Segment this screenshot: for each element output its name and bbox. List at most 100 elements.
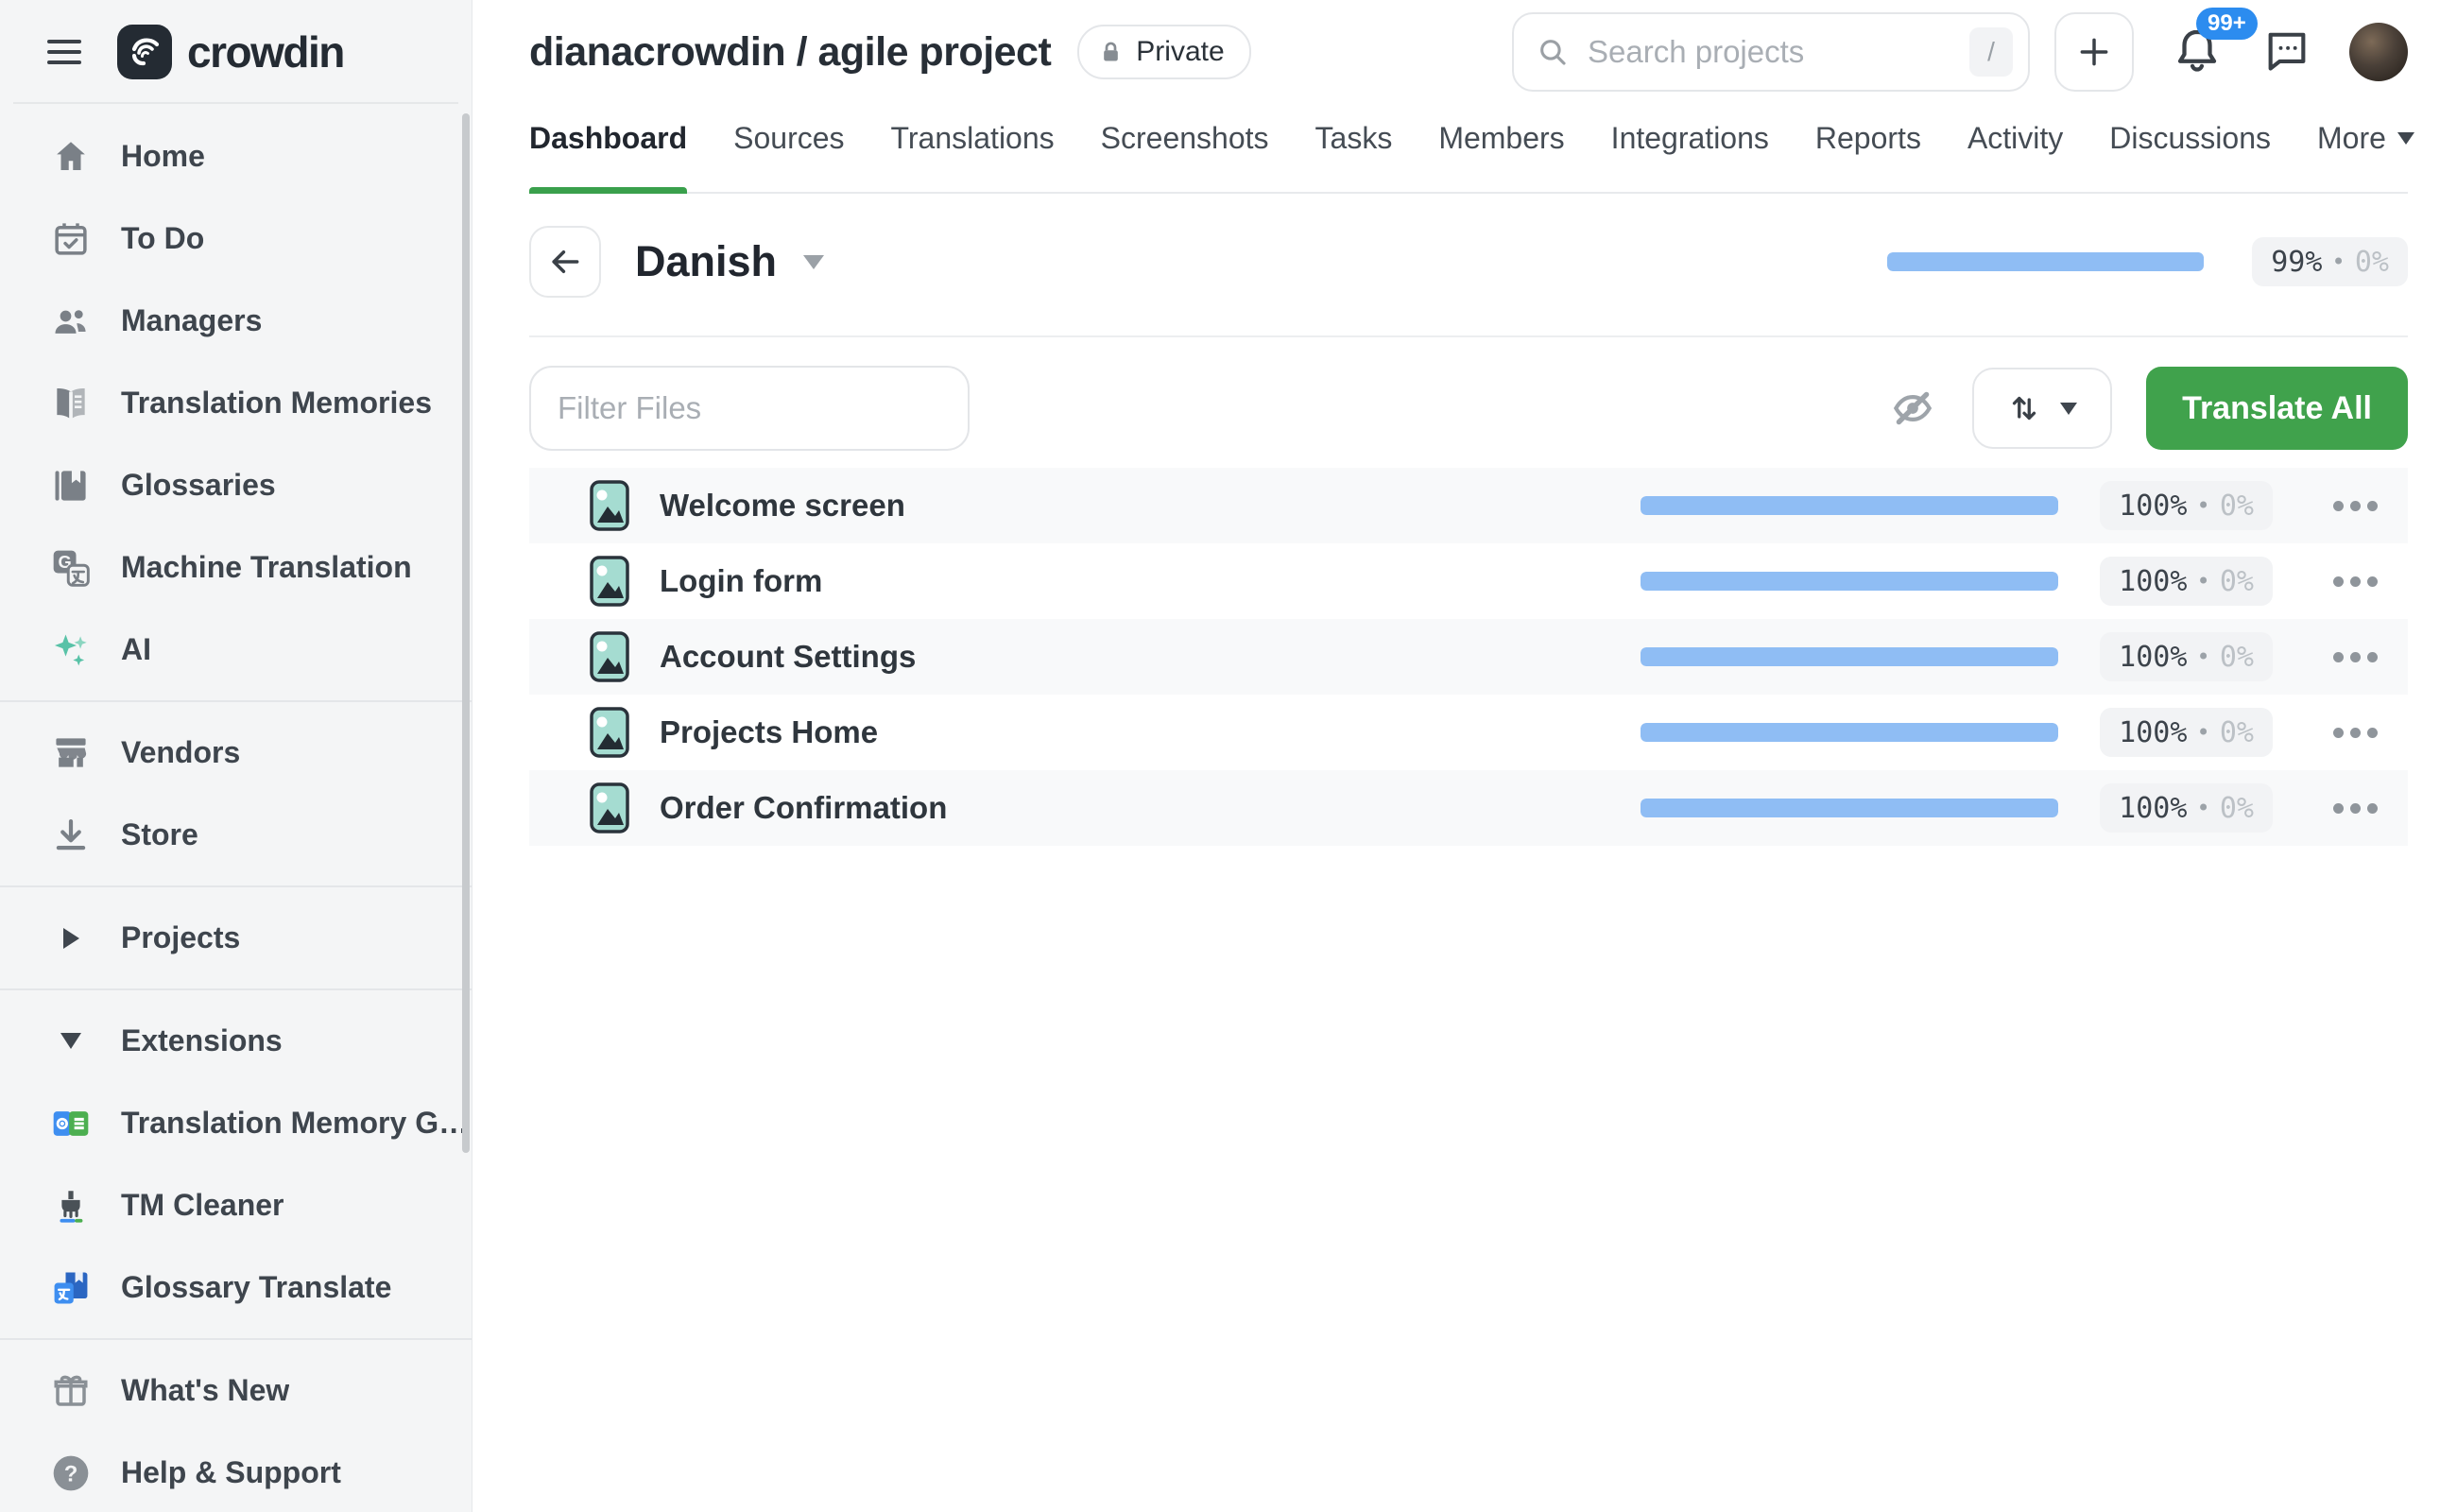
sidebar-item-projects[interactable]: Projects xyxy=(0,897,472,979)
filter-files-input[interactable] xyxy=(529,366,970,451)
file-row[interactable]: Welcome screen 100% • 0% xyxy=(529,468,2408,543)
files-toolbar: Translate All xyxy=(529,366,2408,451)
approved-percent: 0% xyxy=(2355,246,2389,279)
sidebar-item-translation-memories[interactable]: Translation Memories xyxy=(0,362,472,444)
file-progress-badge: 100% • 0% xyxy=(2100,632,2273,681)
chevron-down-icon xyxy=(2060,403,2077,415)
sidebar-item-vendors[interactable]: Vendors xyxy=(0,712,472,794)
sidebar-item-tm-cleaner[interactable]: TM Cleaner xyxy=(0,1164,472,1246)
sidebar-item-managers[interactable]: Managers xyxy=(0,280,472,362)
back-button[interactable] xyxy=(529,226,601,298)
managers-people-icon xyxy=(47,301,94,342)
sidebar-item-tm-generator[interactable]: Translation Memory Gene... xyxy=(0,1082,472,1164)
file-progress-bar xyxy=(1641,572,2058,591)
plus-icon xyxy=(2076,34,2112,70)
sidebar-nav: Home To Do Managers xyxy=(0,104,472,1512)
sidebar-scrollbar-thumb[interactable] xyxy=(462,113,470,1153)
ai-sparkles-icon xyxy=(47,629,94,671)
tab-activity[interactable]: Activity xyxy=(1967,121,2063,192)
file-name[interactable]: Account Settings xyxy=(660,639,916,675)
sidebar-item-machine-translation[interactable]: G Machine Translation xyxy=(0,526,472,609)
image-file-icon xyxy=(590,782,629,833)
tab-screenshots[interactable]: Screenshots xyxy=(1101,121,1269,192)
hide-completed-button[interactable] xyxy=(1889,385,1936,432)
top-bar: dianacrowdin / agile project Private / xyxy=(529,0,2408,104)
crowdin-app: crowdin Home To Do xyxy=(0,0,2457,1512)
file-context-menu-button[interactable] xyxy=(2328,718,2383,747)
file-progress-bar xyxy=(1641,496,2058,515)
image-file-icon xyxy=(590,480,629,531)
storefront-icon xyxy=(47,732,94,774)
sidebar-item-extensions[interactable]: Extensions xyxy=(0,1000,472,1082)
gift-icon xyxy=(47,1371,94,1411)
sidebar-header: crowdin xyxy=(0,0,472,104)
language-name: Danish xyxy=(635,237,777,286)
tm-generator-icon xyxy=(47,1103,94,1144)
search-input[interactable] xyxy=(1586,33,1952,71)
hamburger-menu-icon[interactable] xyxy=(47,40,81,64)
tab-reports[interactable]: Reports xyxy=(1815,121,1921,192)
language-progress-group: 99% • 0% xyxy=(1887,237,2408,286)
tab-dashboard[interactable]: Dashboard xyxy=(529,121,687,192)
file-list: Welcome screen 100% • 0% Login form xyxy=(529,468,2408,846)
sidebar-item-whats-new[interactable]: What's New xyxy=(0,1349,472,1432)
search-icon xyxy=(1537,36,1569,68)
arrow-left-icon xyxy=(547,244,583,280)
chat-bubble-icon xyxy=(2262,26,2311,75)
sidebar-divider xyxy=(0,988,472,990)
calendar-check-icon xyxy=(47,219,94,259)
main-area: dianacrowdin / agile project Private / xyxy=(472,0,2457,1512)
tab-sources[interactable]: Sources xyxy=(733,121,844,192)
user-avatar[interactable] xyxy=(2349,23,2408,81)
sidebar-item-help-support[interactable]: ? Help & Support xyxy=(0,1432,472,1512)
open-book-icon xyxy=(47,383,94,424)
language-dropdown-caret-icon[interactable] xyxy=(803,255,824,269)
sort-button[interactable] xyxy=(1972,368,2112,449)
file-row[interactable]: Login form 100% • 0% xyxy=(529,543,2408,619)
tab-discussions[interactable]: Discussions xyxy=(2109,121,2271,192)
chevron-down-icon xyxy=(2397,132,2414,145)
crowdin-logo[interactable]: crowdin xyxy=(117,25,344,79)
file-name[interactable]: Order Confirmation xyxy=(660,790,947,826)
tab-members[interactable]: Members xyxy=(1438,121,1564,192)
sidebar-item-store[interactable]: Store xyxy=(0,794,472,876)
sidebar-item-ai[interactable]: AI xyxy=(0,609,472,691)
notifications-button[interactable]: 99+ xyxy=(2172,25,2223,80)
machine-translation-icon: G xyxy=(47,547,94,589)
translate-all-button[interactable]: Translate All xyxy=(2146,367,2408,450)
tab-tasks[interactable]: Tasks xyxy=(1315,121,1393,192)
sidebar-item-home[interactable]: Home xyxy=(0,115,472,198)
tab-translations[interactable]: Translations xyxy=(891,121,1055,192)
file-row[interactable]: Order Confirmation 100% • 0% xyxy=(529,770,2408,846)
create-project-button[interactable] xyxy=(2054,12,2134,92)
file-name[interactable]: Projects Home xyxy=(660,714,878,750)
tab-more[interactable]: More xyxy=(2317,121,2414,192)
sidebar-item-todo[interactable]: To Do xyxy=(0,198,472,280)
language-progress-bar xyxy=(1887,252,2207,271)
chevron-right-icon xyxy=(47,928,94,949)
glossary-book-icon xyxy=(47,465,94,507)
chevron-down-icon xyxy=(47,1033,94,1049)
file-context-menu-button[interactable] xyxy=(2328,567,2383,596)
file-context-menu-button[interactable] xyxy=(2328,491,2383,521)
file-name[interactable]: Welcome screen xyxy=(660,488,905,524)
file-row[interactable]: Account Settings 100% • 0% xyxy=(529,619,2408,695)
sidebar-divider xyxy=(0,700,472,702)
messages-button[interactable] xyxy=(2262,26,2311,79)
sidebar: crowdin Home To Do xyxy=(0,0,472,1512)
sidebar-item-glossary-translate[interactable]: Glossary Translate xyxy=(0,1246,472,1329)
file-progress-bar xyxy=(1641,723,2058,742)
file-context-menu-button[interactable] xyxy=(2328,643,2383,672)
file-row[interactable]: Projects Home 100% • 0% xyxy=(529,695,2408,770)
language-progress-badge: 99% • 0% xyxy=(2252,237,2408,286)
eye-off-icon xyxy=(1889,385,1936,432)
sidebar-item-glossaries[interactable]: Glossaries xyxy=(0,444,472,526)
file-context-menu-button[interactable] xyxy=(2328,794,2383,823)
image-file-icon xyxy=(590,631,629,682)
search-shortcut-hint: / xyxy=(1969,27,2013,77)
help-question-icon: ? xyxy=(47,1452,94,1494)
file-name[interactable]: Login form xyxy=(660,563,822,599)
file-progress-badge: 100% • 0% xyxy=(2100,783,2273,833)
download-store-icon xyxy=(47,816,94,855)
tab-integrations[interactable]: Integrations xyxy=(1611,121,1769,192)
